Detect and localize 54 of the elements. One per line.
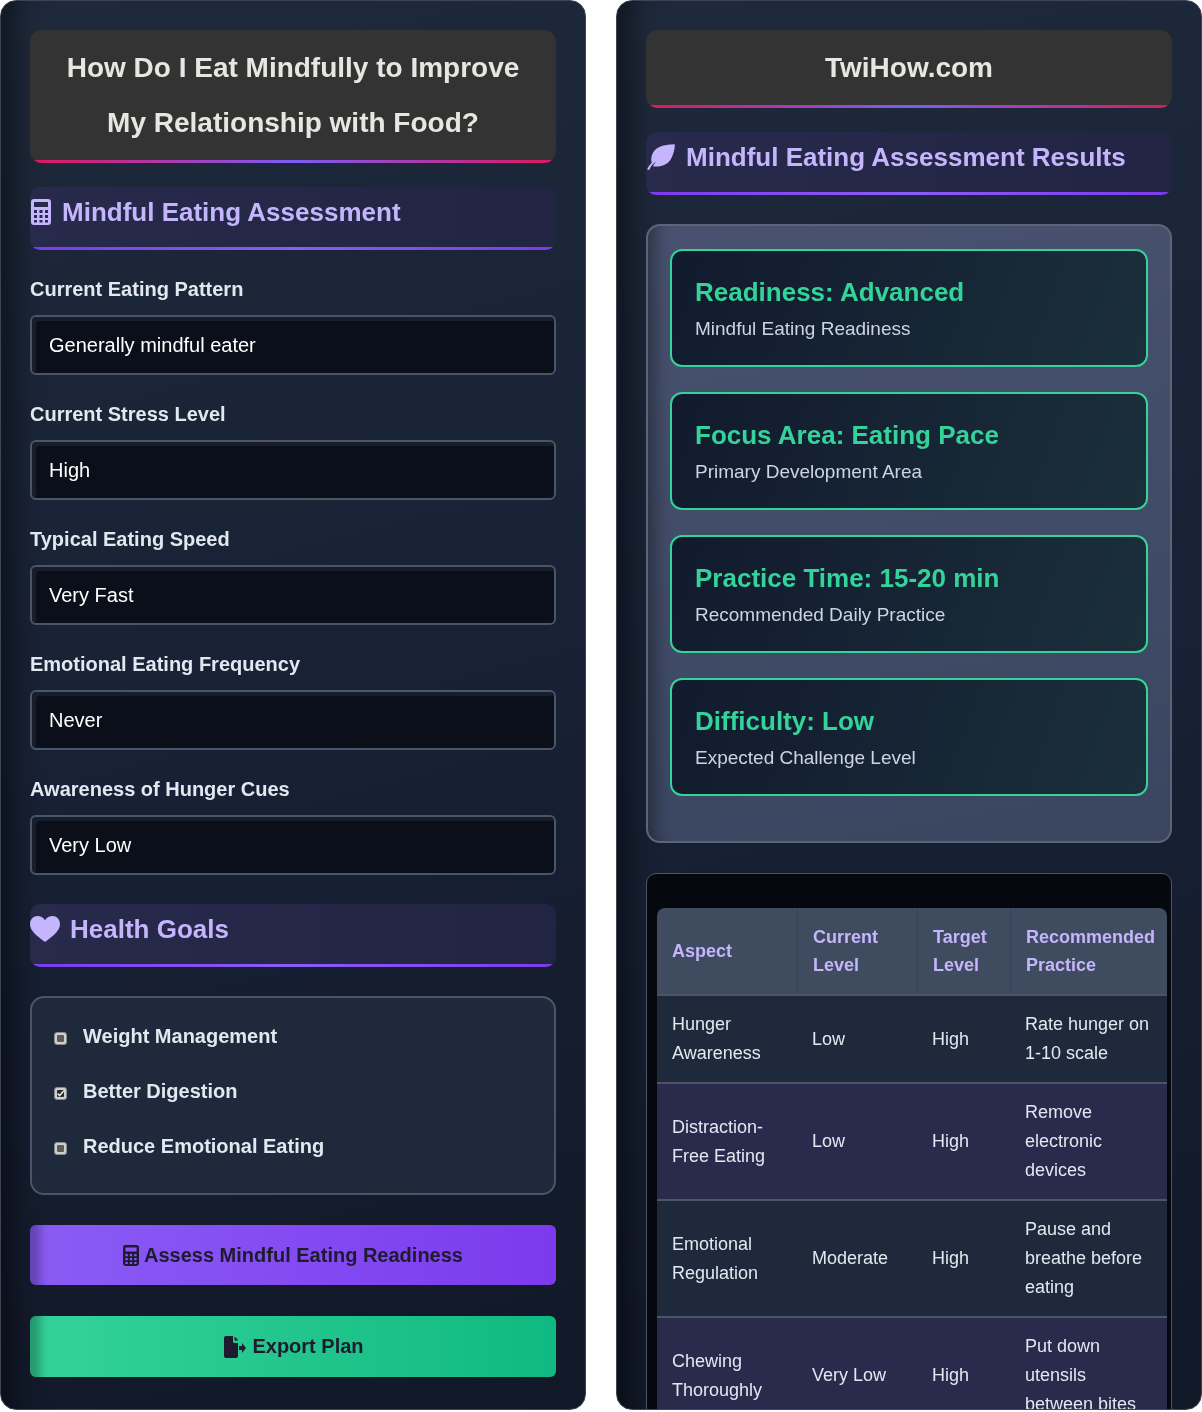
- table-cell: High: [917, 1082, 1010, 1199]
- section-title: Mindful Eating Assessment Results: [686, 142, 1126, 172]
- table-cell: Low: [797, 1082, 917, 1199]
- table-cell: Chewing Thoroughly: [657, 1316, 797, 1409]
- site-title: TwiHow.com: [824, 51, 994, 85]
- result-value: Difficulty: Low: [695, 705, 876, 737]
- table-cell: Low: [797, 994, 917, 1082]
- column-header: Target Level: [917, 908, 1010, 994]
- result-caption: Expected Challenge Level: [695, 747, 917, 769]
- field-label: Current Stress Level: [30, 402, 227, 426]
- input-field[interactable]: Generally mindful eater: [30, 315, 556, 375]
- input-field[interactable]: Very Low: [30, 815, 556, 875]
- checkbox[interactable]: [54, 1141, 67, 1155]
- result-value: Focus Area: Eating Pace: [695, 419, 1000, 451]
- table-cell: High: [917, 1199, 1010, 1316]
- goal-label: Weight Management: [83, 1024, 278, 1048]
- column-header: Aspect: [657, 908, 797, 994]
- input-field[interactable]: Very Fast: [30, 565, 556, 625]
- leaf-icon: [646, 143, 676, 171]
- result-caption: Recommended Daily Practice: [695, 604, 947, 626]
- goal-label: Better Digestion: [83, 1079, 238, 1103]
- page-title: How Do I Eat Mindfully to Improve My Relationship with Food?: [65, 51, 521, 140]
- table-cell: High: [917, 994, 1010, 1082]
- table-cell: High: [917, 1316, 1010, 1409]
- column-header: Current Level: [797, 908, 917, 994]
- column-header: Recommended Practice: [1010, 908, 1167, 994]
- result-value: Readiness: Advanced: [695, 276, 966, 308]
- result-caption: Mindful Eating Readiness: [695, 318, 912, 340]
- table-cell: Rate hunger on 1-10 scale: [1010, 994, 1167, 1082]
- heart-icon: [30, 916, 60, 942]
- file-export-icon: [222, 1335, 248, 1358]
- goal-label: Reduce Emotional Eating: [83, 1134, 325, 1158]
- table-cell: Distraction-Free Eating: [657, 1082, 797, 1199]
- table-cell: Pause and breathe before eating: [1010, 1199, 1167, 1316]
- table-cell: Emotional Regulation: [657, 1199, 797, 1316]
- checkbox[interactable]: [54, 1031, 67, 1045]
- result-caption: Primary Development Area: [695, 461, 924, 483]
- section-title: Mindful Eating Assessment: [62, 197, 401, 227]
- field-label: Emotional Eating Frequency: [30, 652, 302, 676]
- field-label: Current Eating Pattern: [30, 277, 245, 301]
- calculator-icon: [30, 199, 52, 225]
- section-title: Health Goals: [70, 914, 229, 944]
- input-field[interactable]: High: [30, 440, 556, 500]
- result-value: Practice Time: 15-20 min: [695, 562, 1001, 594]
- calculator-icon: [123, 1244, 139, 1266]
- export-button[interactable]: Export Plan: [30, 1316, 556, 1377]
- table-cell: Very Low: [797, 1316, 917, 1409]
- input-field[interactable]: Never: [30, 690, 556, 750]
- checkbox[interactable]: [54, 1086, 67, 1100]
- field-label: Awareness of Hunger Cues: [30, 777, 291, 801]
- table-cell: Moderate: [797, 1199, 917, 1316]
- table-cell: Remove electronic devices: [1010, 1082, 1167, 1199]
- table-cell: Hunger Awareness: [657, 994, 797, 1082]
- field-label: Typical Eating Speed: [30, 527, 231, 551]
